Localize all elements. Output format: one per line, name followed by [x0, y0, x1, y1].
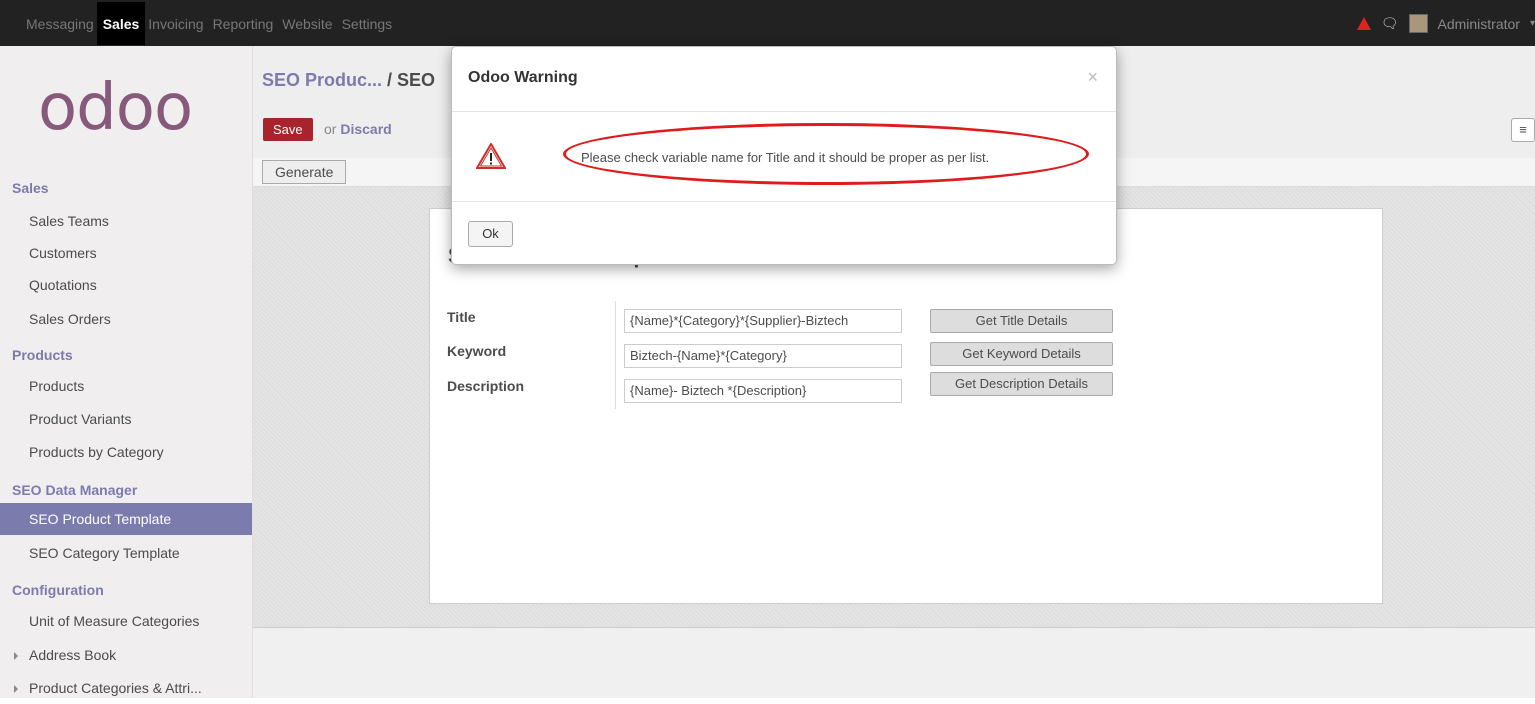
sidebar-item-product-categories[interactable]: Product Categories & Attri... — [0, 672, 252, 704]
sidebar-item-seo-category-template[interactable]: SEO Category Template — [0, 537, 252, 569]
get-title-details-button[interactable]: Get Title Details — [930, 309, 1113, 333]
close-icon[interactable]: × — [1087, 67, 1098, 88]
description-input[interactable]: {Name}- Biztech *{Description} — [624, 379, 902, 403]
ok-button[interactable]: Ok — [468, 221, 513, 247]
sidebar-section-seo-data-manager: SEO Data Manager — [12, 482, 138, 498]
menu-website[interactable]: Website — [282, 16, 332, 45]
caret-right-icon — [14, 685, 18, 693]
dialog-header: Odoo Warning × — [452, 47, 1116, 112]
sidebar-item-label: Address Book — [29, 647, 117, 663]
sidebar-section-products: Products — [12, 347, 73, 363]
sidebar-item-label: Product Categories & Attri... — [29, 680, 202, 696]
sidebar-section-configuration: Configuration — [12, 582, 104, 598]
menu-sales[interactable]: Sales — [96, 2, 146, 45]
sidebar-item-sales-teams[interactable]: Sales Teams — [0, 205, 252, 237]
chat-icon[interactable]: 🗨 — [1381, 15, 1399, 32]
sidebar-item-products[interactable]: Products — [0, 370, 252, 402]
sidebar: odoo Sales Sales Teams Customers Quotati… — [0, 46, 253, 698]
generate-button[interactable]: Generate — [262, 160, 347, 184]
sidebar-item-customers[interactable]: Customers — [0, 237, 252, 269]
breadcrumb: SEO Produc... / SEO — [262, 70, 435, 91]
sidebar-item-product-variants[interactable]: Product Variants — [0, 403, 252, 435]
avatar[interactable] — [1408, 14, 1428, 33]
breadcrumb-current: / SEO — [387, 70, 436, 90]
form-sheet: SEO Product Template Title {Name}*{Categ… — [429, 208, 1383, 604]
title-input[interactable]: {Name}*{Category}*{Supplier}-Biztech — [624, 309, 902, 333]
save-button[interactable]: Save — [263, 118, 313, 141]
menu-invoicing[interactable]: Invoicing — [148, 16, 203, 45]
chatter-area — [253, 628, 1535, 698]
user-menu[interactable]: Administrator — [1438, 16, 1520, 32]
discard-button[interactable]: Discard — [340, 121, 391, 137]
sidebar-item-products-by-category[interactable]: Products by Category — [0, 436, 252, 468]
breadcrumb-link[interactable]: SEO Produc... — [262, 70, 382, 90]
menu-settings[interactable]: Settings — [342, 16, 393, 45]
dialog-title: Odoo Warning — [468, 69, 578, 86]
top-navbar: Messaging Sales Invoicing Reporting Webs… — [0, 0, 1535, 46]
odoo-logo[interactable]: odoo — [38, 76, 193, 140]
warning-triangle-icon — [476, 143, 506, 169]
annotation-ellipse — [563, 123, 1089, 185]
get-keyword-details-button[interactable]: Get Keyword Details — [930, 342, 1113, 366]
sidebar-item-sales-orders[interactable]: Sales Orders — [0, 303, 252, 335]
alert-triangle-icon[interactable] — [1356, 17, 1371, 30]
menu-messaging[interactable]: Messaging — [26, 16, 94, 45]
sidebar-section-sales: Sales — [12, 180, 49, 196]
top-menu: Messaging Sales Invoicing Reporting Webs… — [26, 2, 401, 45]
or-discard: or Discard — [324, 121, 392, 137]
field-separator — [615, 301, 616, 409]
or-label: or — [324, 121, 337, 137]
warning-dialog: Odoo Warning × Please check variable nam… — [451, 46, 1117, 265]
get-description-details-button[interactable]: Get Description Details — [930, 372, 1113, 396]
keyword-input[interactable]: Biztech-{Name}*{Category} — [624, 344, 902, 368]
keyword-label: Keyword — [447, 343, 507, 359]
sidebar-item-uom-categories[interactable]: Unit of Measure Categories — [0, 605, 252, 637]
title-label: Title — [447, 309, 476, 325]
top-right-area: 🗨 Administrator ▾ — [1356, 14, 1535, 33]
description-label: Description — [447, 378, 525, 394]
sidebar-item-seo-product-template[interactable]: SEO Product Template — [0, 503, 252, 535]
list-view-icon[interactable]: ≡ — [1511, 118, 1535, 142]
sidebar-item-quotations[interactable]: Quotations — [0, 269, 252, 301]
menu-reporting[interactable]: Reporting — [213, 16, 274, 45]
caret-right-icon — [14, 652, 18, 660]
caret-down-icon[interactable]: ▾ — [1530, 18, 1535, 29]
dialog-body: Please check variable name for Title and… — [452, 111, 1116, 202]
sidebar-item-address-book[interactable]: Address Book — [0, 639, 252, 671]
